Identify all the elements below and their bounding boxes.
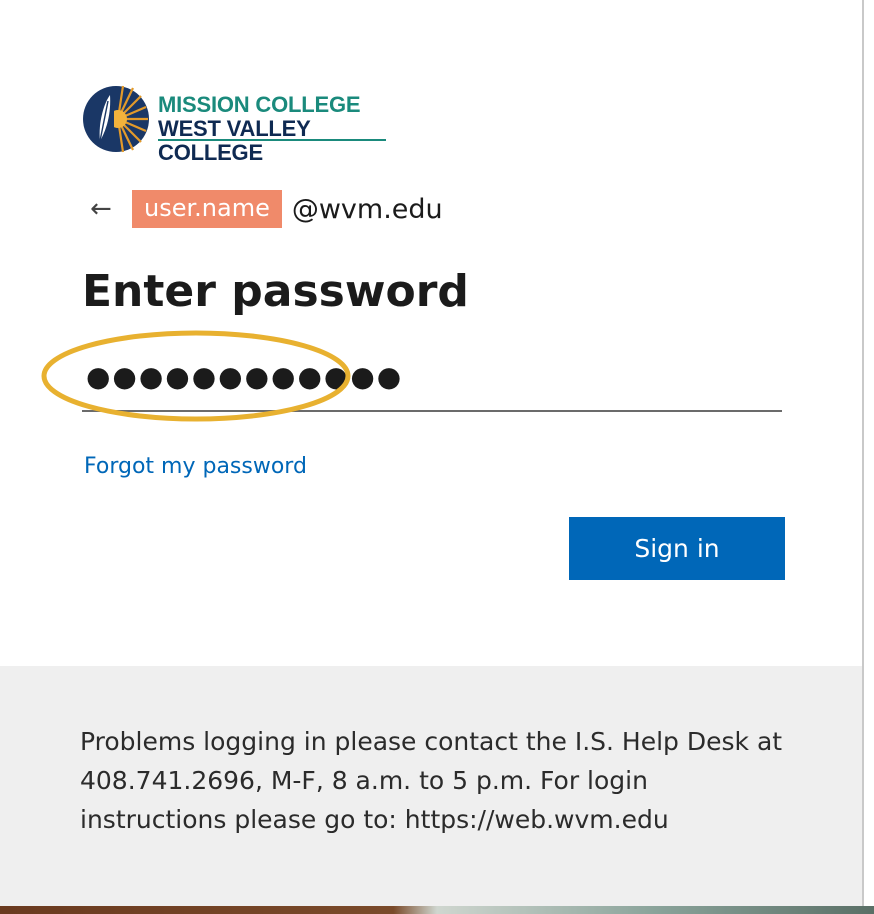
logo-divider [158,139,386,141]
page-title: Enter password [82,266,469,317]
forgot-password-link[interactable]: Forgot my password [84,454,307,479]
username-domain: @wvm.edu [291,193,443,225]
username-chip: user.name [132,190,282,228]
password-masked-value: ●●●●●●●●●●●● [86,360,404,393]
sign-in-button[interactable]: Sign in [569,517,785,580]
account-identity: ← user.name @wvm.edu [90,186,443,232]
help-text: Problems logging in please contact the I… [80,727,783,834]
password-input[interactable]: ●●●●●●●●●●●● [82,356,782,412]
background-strip [0,906,874,914]
logo-line-2: WEST VALLEY COLLEGE [158,116,311,165]
back-arrow-icon[interactable]: ← [90,196,130,222]
window-edge [862,0,864,914]
leaf-sun-emblem-icon [83,85,149,153]
sign-in-card: MISSION COLLEGE WEST VALLEY COLLEGE ← us… [0,0,862,914]
college-logo: MISSION COLLEGE WEST VALLEY COLLEGE [78,83,390,165]
logo-wordmark: MISSION COLLEGE WEST VALLEY COLLEGE [158,93,390,165]
logo-line-1: MISSION COLLEGE [158,92,361,117]
help-footer: Problems logging in please contact the I… [0,666,862,906]
